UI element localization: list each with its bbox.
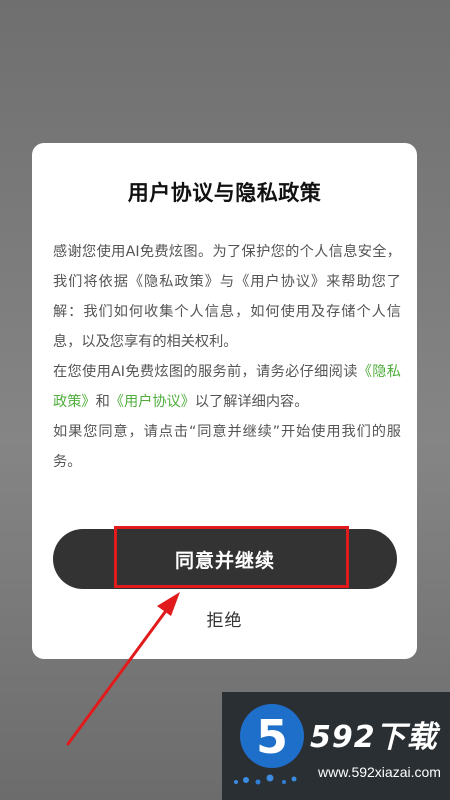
read-notice-prefix: 在您使用AI免费炫图的服务前，请务必仔细阅读 [53,364,358,380]
agree-continue-button[interactable]: 同意并继续 [53,529,397,589]
read-notice-and: 和 [95,394,110,410]
site-url: www.592xiazai.com [318,764,441,780]
privacy-dialog: 用户协议与隐私政策 感谢您使用AI免费炫图。为了保护您的个人信息安全，我们将依据… [32,143,417,659]
user-agreement-link[interactable]: 《用户协议》 [110,394,195,410]
dialog-body: 感谢您使用AI免费炫图。为了保护您的个人信息安全，我们将依据《隐私政策》与《用户… [53,237,401,477]
consent-paragraph: 如果您同意，请点击“同意并继续”开始使用我们的服务。 [53,424,401,470]
intro-paragraph: 感谢您使用AI免费炫图。为了保护您的个人信息安全，我们将依据《隐私政策》与《用户… [53,244,401,350]
badge-number: 5 [255,710,288,764]
dialog-title: 用户协议与隐私政策 [127,181,322,205]
decorative-dots-icon [234,774,297,785]
read-notice-suffix: 以了解详细内容。 [194,394,309,410]
site-watermark: 5 592下载 www.592xiazai.com [222,692,450,800]
brand-name: 592下载 [310,720,438,755]
read-notice-paragraph: 在您使用AI免费炫图的服务前，请务必仔细阅读《隐私政策》和《用户协议》以了解详细… [53,357,401,417]
brand-logo-badge: 5 [240,704,304,768]
reject-button[interactable]: 拒绝 [32,606,417,631]
